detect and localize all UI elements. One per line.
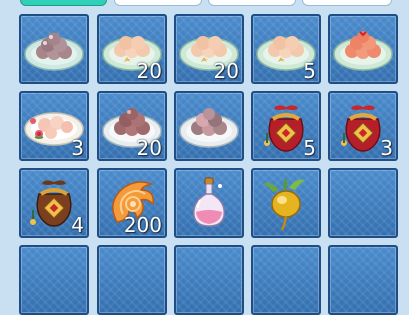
golden-radish-icon	[263, 178, 305, 231]
inventory-slot[interactable]: 200	[97, 168, 167, 238]
inventory-slot[interactable]	[328, 14, 398, 84]
item-count: 3	[71, 136, 84, 160]
item-count: 5	[303, 136, 316, 160]
inventory-slot[interactable]	[251, 168, 321, 238]
inventory-slot[interactable]: 20	[97, 14, 167, 84]
inventory-slot-empty[interactable]	[251, 245, 321, 315]
inventory-slot-empty[interactable]	[328, 168, 398, 238]
inventory-slot-empty[interactable]	[19, 245, 89, 315]
inventory-slot-empty[interactable]	[328, 245, 398, 315]
inventory-slot[interactable]	[174, 168, 244, 238]
item-count: 200	[123, 213, 162, 237]
item-count: 20	[136, 136, 162, 160]
inventory-slot[interactable]: 5	[251, 14, 321, 84]
inventory-slot-empty[interactable]	[97, 245, 167, 315]
item-count: 5	[303, 59, 316, 83]
inventory-grid: 20 20 5 3 20 5 3 4 200	[0, 0, 409, 315]
plate-of-mixed-dumplings-icon	[179, 108, 239, 148]
inventory-slot[interactable]: 20	[97, 91, 167, 161]
item-count: 3	[380, 136, 393, 160]
item-count: 20	[136, 59, 162, 83]
plate-of-red-dumplings-icon	[333, 31, 393, 71]
inventory-slot[interactable]: 4	[19, 168, 89, 238]
inventory-slot-empty[interactable]	[174, 245, 244, 315]
plate-of-dark-pink-dumplings-icon	[24, 32, 84, 71]
inventory-slot[interactable]	[174, 91, 244, 161]
inventory-slot[interactable]: 5	[251, 91, 321, 161]
pink-potion-bottle-icon	[193, 177, 225, 227]
item-count: 4	[71, 213, 84, 237]
inventory-slot[interactable]: 20	[174, 14, 244, 84]
inventory-slot[interactable]	[19, 14, 89, 84]
inventory-slot[interactable]: 3	[328, 91, 398, 161]
item-count: 20	[213, 59, 239, 83]
inventory-slot[interactable]: 3	[19, 91, 89, 161]
